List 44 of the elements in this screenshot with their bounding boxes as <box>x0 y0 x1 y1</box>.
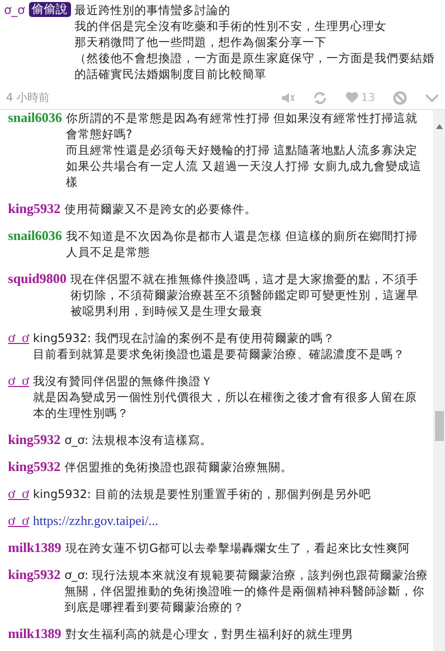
comment-author[interactable]: ơ_ơ <box>8 330 30 346</box>
mute-icon[interactable] <box>281 90 295 104</box>
comment-author: squid9800 <box>8 271 67 287</box>
comment-author[interactable]: ơ_ơ <box>8 513 30 529</box>
scrollbar[interactable] <box>433 110 445 651</box>
refresh-icon[interactable] <box>313 90 327 104</box>
comment-text: 伴侶盟推的免術換證也跟荷爾蒙治療無關。 <box>64 459 294 475</box>
scroll-up-icon[interactable] <box>436 124 442 129</box>
comment-author: milk1389 <box>8 540 62 556</box>
comment-author[interactable]: ơ_ơ <box>8 373 30 389</box>
comment-text: 如果公共場合有一定人流 又超過一天沒人打掃 女廁九成九會變成這樣 <box>66 158 422 190</box>
comment-text: 對女生福利高的就是心理女，對男生福利好的就生理男 <box>65 626 354 642</box>
chevron-down-icon[interactable] <box>425 92 439 102</box>
anonymous-badge: 偷偷說 <box>28 2 71 17</box>
comment-text: 我不知道是不次因為你是都市人還是怎樣 但這樣的廁所在鄉間打掃人員不足是常態 <box>66 228 419 260</box>
comment-text: 就是因為變成另一個性別代價很大，所以在權衡之後才會有很多人留在原本的生理性別嗎？ <box>33 389 418 421</box>
comment-author: king5932 <box>8 567 61 583</box>
comment-text: 你所謂的不是常態是因為有經常性打掃 但如果沒有經常性打掃這就會常態好嗎? <box>66 110 419 142</box>
post-text: 最近跨性別的事情蠻多討論的 <box>74 2 232 18</box>
comment-author: king5932 <box>8 432 61 448</box>
scrollbar-thumb[interactable] <box>434 411 444 441</box>
comment-text: 目前看到就算是要求免術換證也還是要荷爾蒙治療、確認濃度不是嗎？ <box>33 346 406 362</box>
comment-link[interactable]: https://zzhr.gov.taipei/... <box>33 513 158 529</box>
comment-text: 而且經常性還是必須每天好幾輪的打掃 這點隨著地點人流多寡決定 <box>66 142 419 158</box>
comment-text: 使用荷爾蒙又不是跨女的必要條件。 <box>64 201 258 217</box>
post-time: 4 小時前 <box>6 90 50 105</box>
comment-author: milk1389 <box>8 626 62 642</box>
post-text: 那天稍微問了他一些問題，想作為個案分享一下 <box>74 34 328 50</box>
comment-text: ơ_ơ: 法規根本沒有這樣寫。 <box>64 432 214 448</box>
comment-author[interactable]: ơ_ơ <box>8 486 30 502</box>
post-text: 我的伴侶是完全沒有吃藥和手術的性別不安，生理男心理女 <box>74 18 388 34</box>
comment-text: king5932: 目前的法規是要性別重置手術的，那個判例是另外吧 <box>33 486 372 502</box>
comment-author: snail6036 <box>8 110 62 126</box>
comment-text: 現在伴侶盟不就在推無條件換證嗎，這才是大家擔憂的點，不須手術切除，不須荷爾蒙治療甚至不須醫師鑑定即可變更性別，這遲早被噁男利用，到時候又是生理女最衰 <box>70 271 420 319</box>
comment-author: king5932 <box>8 459 61 475</box>
author-name[interactable]: ơ_ơ <box>4 2 25 18</box>
comment-text: 現在跨女蓮不切G都可以去拳擊場轟爛女生了，看起來比女性爽阿 <box>65 540 412 556</box>
comment-text: king5932: 我們現在討論的案例不是有使用荷爾蒙的嗎？ <box>33 330 336 346</box>
post-text: （然後他不會想換證，一方面是原生家庭保守，一方面是我們要結婚的話確實民法婚姻制度目前比較簡單 <box>74 50 436 82</box>
comment-author: king5932 <box>8 201 61 217</box>
comment-author: snail6036 <box>8 228 62 244</box>
comment-text: 我沒有贊同伴侶盟的無條件換證Ｙ <box>33 373 214 389</box>
comment-text: ơ_ơ: 現行法規本來就沒有規範要荷爾蒙治療，該判例也跟荷爾蒙治療無關，伴侶盟推動的免術換證唯一的條件是兩個精神科醫師診斷，你到底是哪裡看到要荷爾蒙治療的？ <box>64 567 429 615</box>
block-icon[interactable] <box>393 90 407 104</box>
